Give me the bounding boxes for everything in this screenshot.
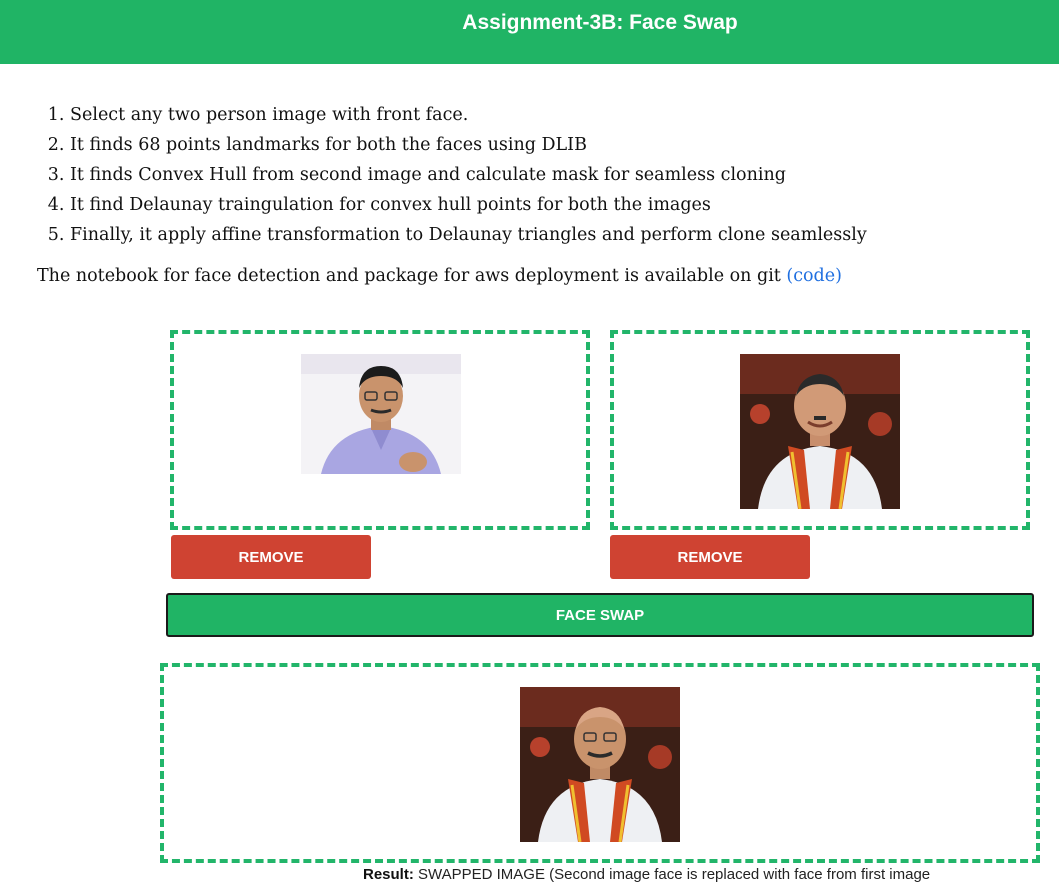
step-item: It find Delaunay traingulation for conve… (70, 190, 867, 220)
face-swap-button[interactable]: FACE SWAP (166, 593, 1034, 637)
image-dropzone-1[interactable] (170, 330, 590, 530)
swapped-photo (520, 687, 680, 842)
note-text: The notebook for face detection and pack… (37, 266, 787, 286)
app-header: Assignment-3B: Face Swap (0, 0, 1059, 64)
step-item: Finally, it apply affine transformation … (70, 220, 867, 250)
result-text: SWAPPED IMAGE (Second image face is repl… (413, 866, 931, 883)
remove-button-2[interactable]: REMOVE (610, 535, 810, 579)
result-label: Result: (363, 866, 414, 883)
code-link-label[interactable]: code (793, 266, 835, 286)
result-panel (160, 663, 1040, 863)
remove-button-1[interactable]: REMOVE (171, 535, 371, 579)
step-item: It finds 68 points landmarks for both th… (70, 130, 867, 160)
page-title: Assignment-3B: Face Swap (462, 11, 738, 34)
code-link[interactable]: (code) (786, 266, 842, 286)
steps-list: Select any two person image with front f… (40, 100, 867, 250)
image-dropzone-2[interactable] (610, 330, 1030, 530)
person-photo-2 (740, 354, 900, 509)
notebook-note: The notebook for face detection and pack… (37, 266, 842, 286)
person-photo-1 (301, 354, 461, 474)
step-item: Select any two person image with front f… (70, 100, 867, 130)
step-item: It finds Convex Hull from second image a… (70, 160, 867, 190)
result-caption: Result: SWAPPED IMAGE (Second image face… (363, 866, 930, 883)
